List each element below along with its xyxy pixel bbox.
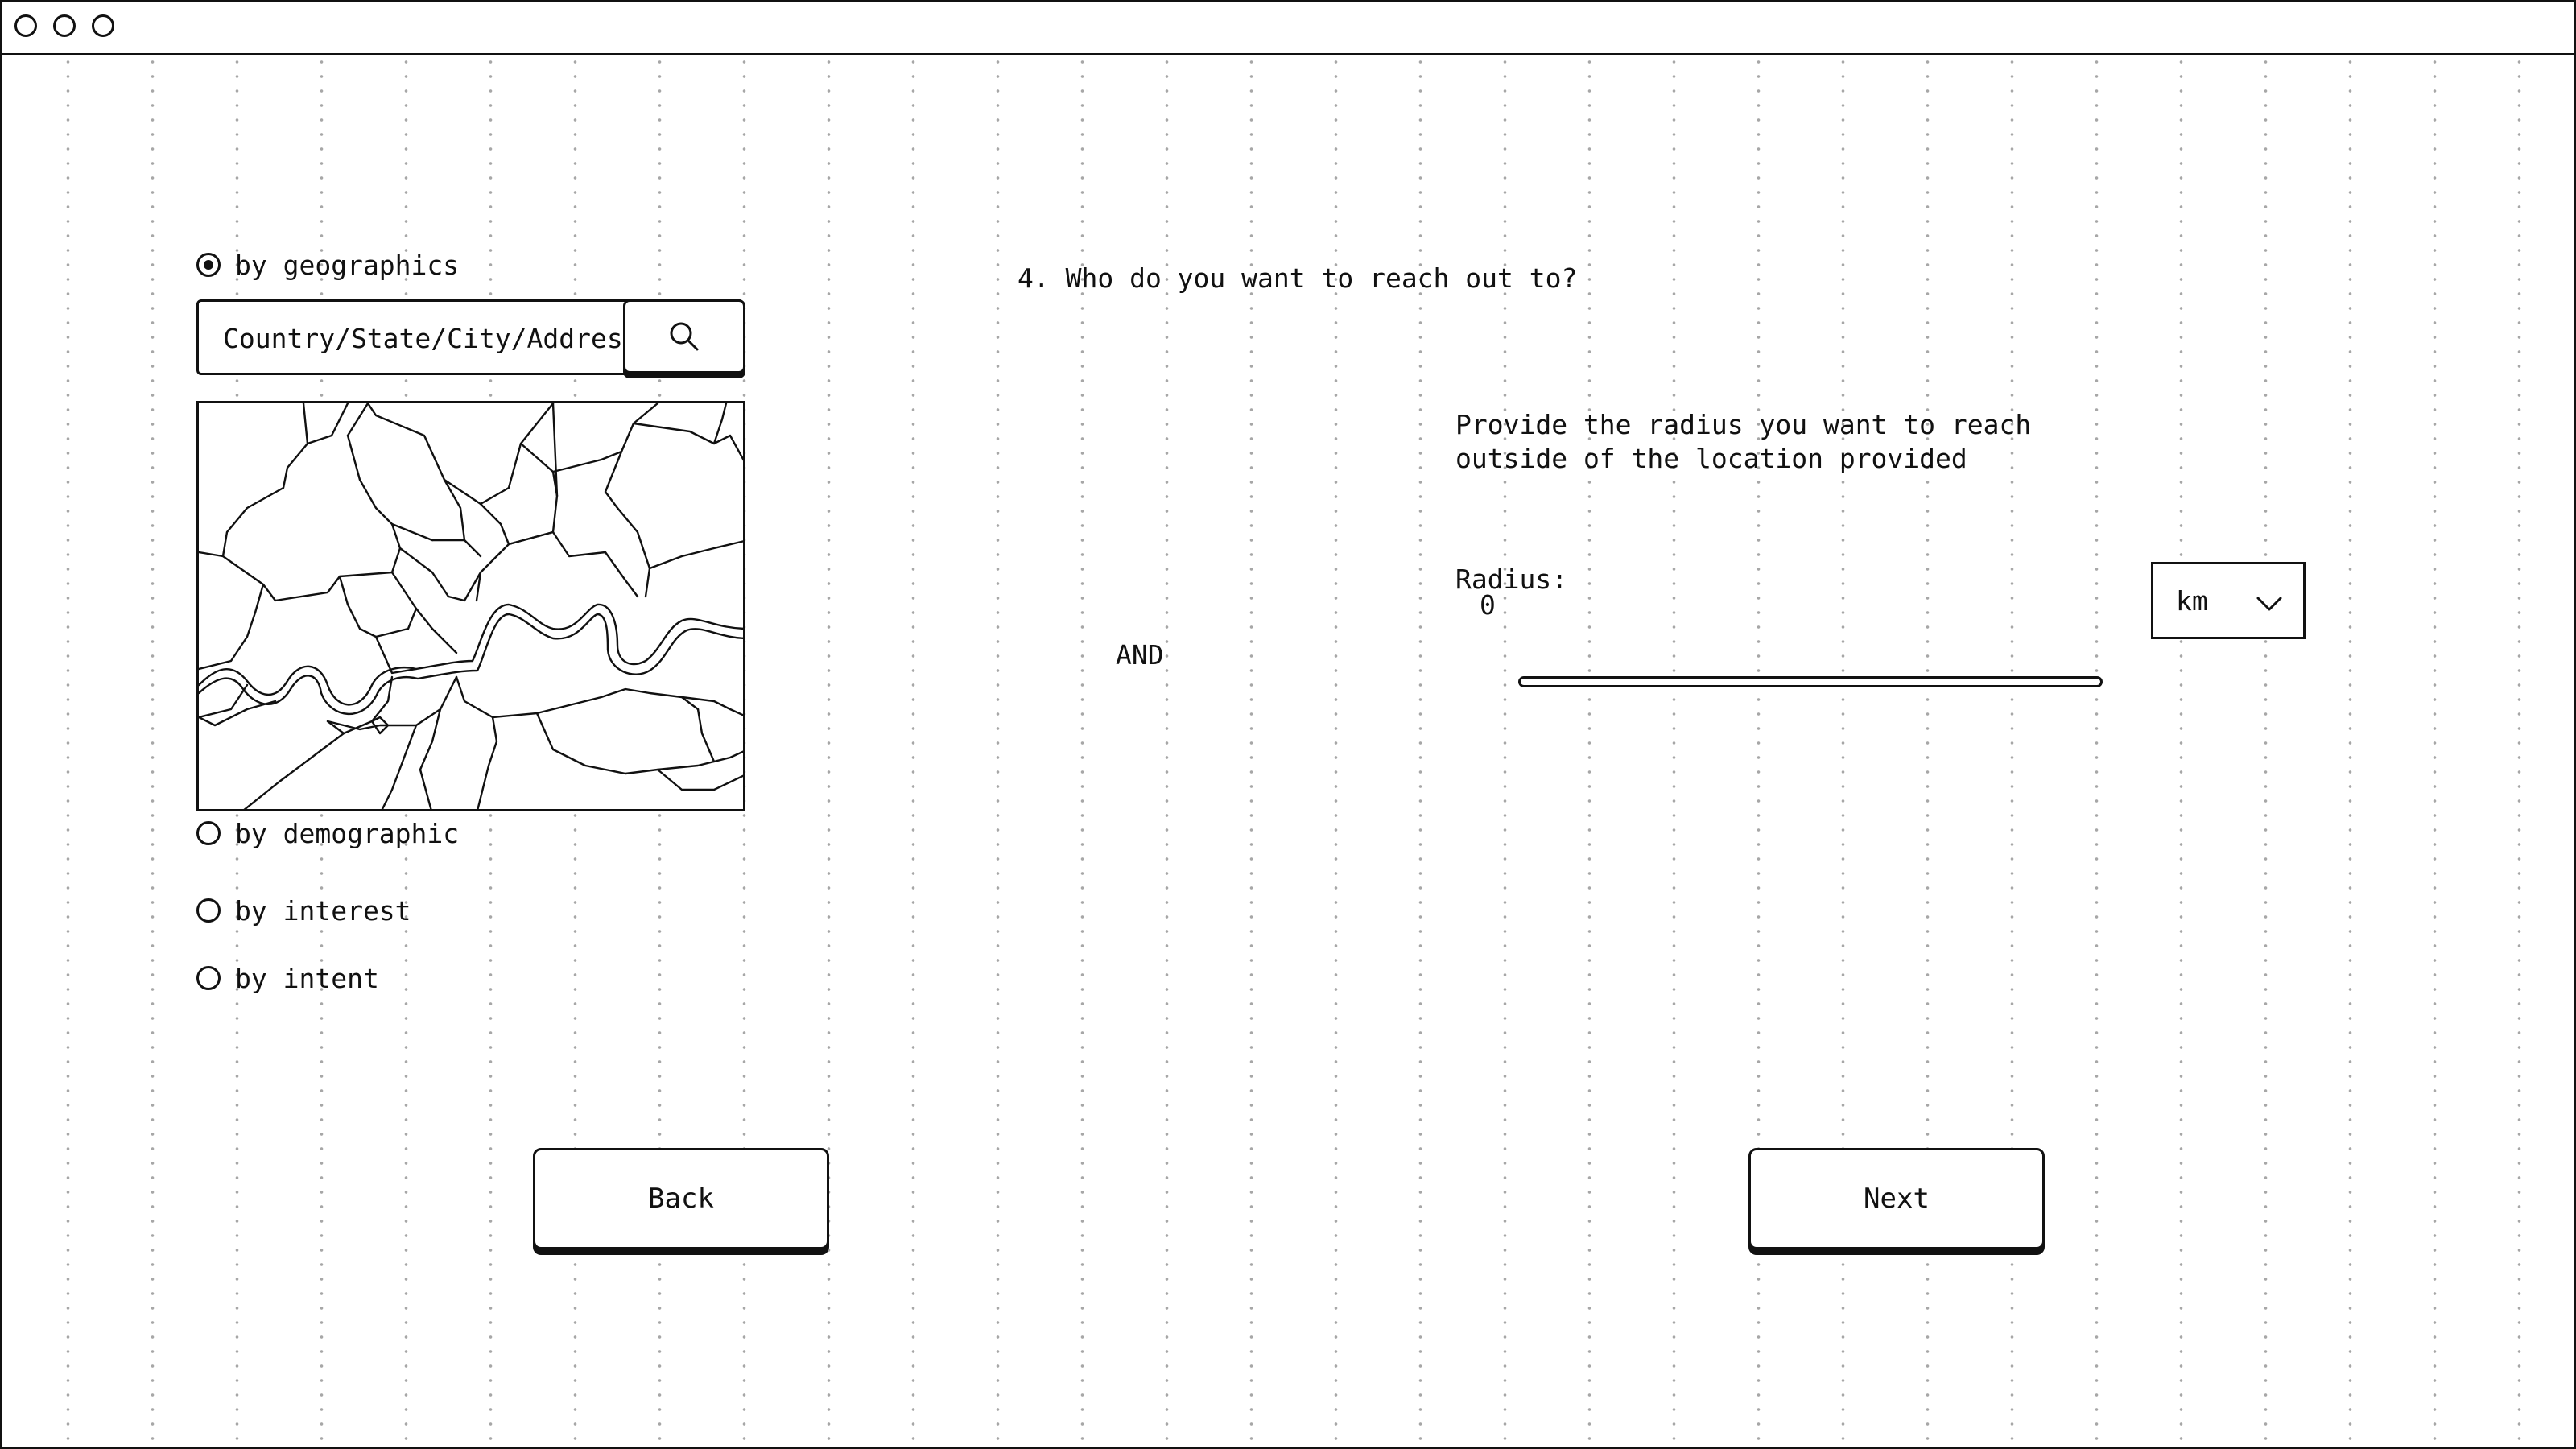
window-titlebar [2,2,2574,55]
location-search-value: Country/State/City/Address [223,323,639,354]
window-maximize-control[interactable] [92,14,114,37]
radius-slider[interactable] [1518,676,2103,687]
radius-unit-value: km [2176,585,2208,617]
back-button[interactable]: Back [533,1148,829,1249]
radius-value: 0 [1480,589,1496,621]
option-label-geographics[interactable]: by geographics [235,250,459,282]
and-conjunction: AND [1116,639,1164,671]
option-label-intent[interactable]: by intent [235,963,379,995]
radio-demographic[interactable] [196,821,221,845]
next-button[interactable]: Next [1748,1148,2045,1249]
chevron-down-icon [2256,597,2282,611]
window-minimize-control[interactable] [53,14,76,37]
radio-interest[interactable] [196,898,221,923]
location-map[interactable] [196,401,745,811]
radius-instruction-line2: outside of the location provided [1455,443,1967,474]
radio-intent[interactable] [196,966,221,990]
search-icon [670,322,699,351]
map-region-outlines [199,403,743,809]
radius-label: Radius: [1455,564,1568,595]
radius-instruction-line1: Provide the radius you want to reach [1455,409,2032,440]
question-title: 4. Who do you want to reach out to? [1018,262,1578,294]
radio-geographics[interactable] [196,253,221,277]
window-close-control[interactable] [14,14,37,37]
radius-unit-select[interactable]: km [2151,562,2306,639]
search-button[interactable] [623,299,745,374]
option-label-demographic[interactable]: by demographic [235,818,459,850]
option-label-interest[interactable]: by interest [235,895,411,927]
